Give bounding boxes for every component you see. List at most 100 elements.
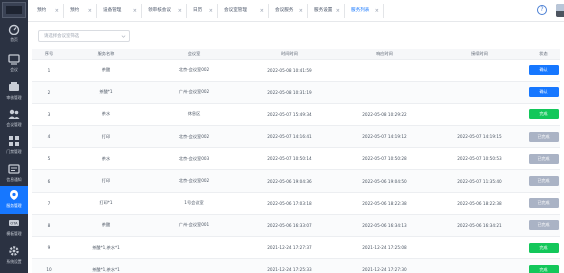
cell-response-time: 2021-12-24 17:25:08 [337, 236, 432, 260]
cell-index: 3 [32, 103, 66, 127]
tab-label: 预约 [70, 8, 80, 13]
column-header: 时间时间 [242, 49, 337, 60]
close-icon[interactable]: × [375, 4, 379, 18]
tab-item[interactable]: 领审核会议 × [143, 4, 187, 18]
filter-placeholder: 请选择会议室筛选 [44, 34, 80, 39]
cell-request-time: 2022-05-08 10:31:19 [242, 81, 337, 104]
close-icon[interactable]: × [88, 4, 92, 18]
column-header: 接续时间 [432, 49, 527, 60]
top-tab-bar: 预约 × 预约 × 设备管理 × 领审核会议 × 日历 × 会议室管理 × 会议服务 × 服务… [28, 0, 564, 22]
cell-room: 1号会议室 [146, 192, 242, 215]
cell-service-name: 茶酸 [66, 214, 146, 238]
sidebar-item-meeting-manage[interactable]: 会议管理 [0, 105, 28, 135]
main-content: 请选择会议室筛选 序号 服务名称 会议室 时间时间 响应时间 接续时间 状态 1… [28, 22, 564, 273]
close-icon[interactable]: × [336, 4, 340, 18]
cell-index: 8 [32, 214, 66, 238]
cell-request-time: 2022-05-07 15:49:34 [242, 103, 337, 127]
table-row: 7 打印*1 1号会议室 2022-05-06 17:03:18 2022-05… [32, 192, 560, 215]
complete-button[interactable]: 完成 [528, 242, 559, 253]
tab-label: 服务设置 [314, 8, 333, 13]
tab-label: 领审核会议 [148, 8, 171, 13]
table-header-row: 序号 服务名称 会议室 时间时间 响应时间 接续时间 状态 [32, 49, 560, 60]
close-icon[interactable]: × [133, 4, 137, 18]
close-icon[interactable]: × [55, 4, 59, 18]
tab-label: 预约 [37, 8, 47, 13]
sidebar-item-review[interactable]: 审核管理 [0, 78, 28, 108]
users-icon [8, 109, 20, 119]
avatar[interactable] [556, 4, 564, 17]
cell-complete-time [432, 258, 527, 273]
cell-complete-time [432, 59, 527, 82]
sidebar-item-label: 模板管理 [6, 231, 22, 236]
confirm-button[interactable]: 确认 [528, 65, 559, 76]
template-icon: OTA [9, 220, 19, 226]
column-header: 服务名称 [66, 49, 146, 60]
close-icon[interactable]: × [178, 4, 182, 18]
completed-badge: 已完成 [528, 220, 559, 231]
cell-complete-time: 2022-05-06 18:22:38 [432, 192, 527, 215]
sidebar-item-label: 会议 [10, 67, 18, 72]
cell-service-name: 茶酸*1 [66, 81, 146, 104]
cell-room: 广州-会议室001 [146, 214, 242, 238]
sidebar-item-template[interactable]: OTA 模板管理 [0, 214, 28, 244]
tab-item-active[interactable]: 服务列表 × [346, 4, 384, 18]
tab-label: 会议室管理 [224, 8, 247, 13]
sidebar-item-label: 会议管理 [6, 122, 22, 127]
cell-index: 10 [32, 258, 66, 273]
column-header: 会议室 [146, 49, 242, 60]
sidebar-item-label: 信息通知 [6, 177, 22, 182]
tab-item[interactable]: 预约 × [65, 4, 97, 18]
review-icon [9, 82, 19, 91]
cell-complete-time: 2022-05-07 14:19:15 [432, 125, 527, 149]
help-icon[interactable]: ? [537, 5, 547, 15]
cell-room [146, 236, 242, 260]
tab-item[interactable]: 预约 × [32, 4, 64, 18]
cell-request-time: 2022-05-08 10:41:59 [242, 59, 337, 82]
close-icon[interactable]: × [299, 4, 303, 18]
cell-complete-time: 2022-05-06 16:34:21 [432, 214, 527, 238]
table-row: 4 打印 北京-会议室002 2022-05-07 14:16:41 2022-… [32, 125, 560, 149]
app-root: 首页 会议 审核管理 会议管理 门禁管理 信息通知 服务管理 OTA 模板管理 [0, 0, 564, 273]
app-logo[interactable] [2, 2, 26, 18]
confirm-button[interactable]: 确认 [528, 87, 559, 98]
svg-text:OTA: OTA [10, 222, 18, 226]
tab-item[interactable]: 日历 × [188, 4, 218, 18]
cell-room [146, 258, 242, 273]
cell-room: 北京-会议室002 [146, 125, 242, 149]
tab-item[interactable]: 会议服务 × [270, 4, 308, 18]
sidebar-item-service[interactable]: 服务管理 [0, 186, 28, 214]
tab-item[interactable]: 会议室管理 × [219, 4, 269, 18]
settings-icon [9, 246, 19, 256]
sidebar-item-access[interactable]: 门禁管理 [0, 132, 28, 162]
tab-label: 设备管理 [103, 8, 122, 13]
tab-label: 服务列表 [351, 8, 370, 13]
cell-index: 7 [32, 192, 66, 215]
cell-complete-time [432, 81, 527, 104]
cell-service-name: 打印 [66, 169, 146, 193]
tab-item[interactable]: 设备管理 × [98, 4, 142, 18]
cell-service-name: 茶酸*1,茶水*1 [66, 236, 146, 260]
cell-response-time: 2021-12-24 17:27:30 [337, 258, 432, 273]
tab-item[interactable]: 服务设置 × [309, 4, 345, 18]
column-header: 响应时间 [337, 49, 432, 60]
sidebar: 首页 会议 审核管理 会议管理 门禁管理 信息通知 服务管理 OTA 模板管理 [0, 0, 28, 273]
sidebar-item-meeting[interactable]: 会议 [0, 50, 28, 80]
sidebar-item-home[interactable]: 首页 [0, 20, 28, 50]
cell-response-time: 2022-05-06 18:22:38 [337, 192, 432, 215]
room-filter-select[interactable]: 请选择会议室筛选 [38, 30, 130, 42]
cell-complete-time [432, 236, 527, 260]
completed-badge: 已完成 [528, 198, 559, 209]
service-table: 序号 服务名称 会议室 时间时间 响应时间 接续时间 状态 1 茶酸 北京-会议… [32, 49, 560, 273]
cell-index: 6 [32, 169, 66, 193]
close-icon[interactable]: × [209, 4, 213, 18]
complete-button[interactable]: 完成 [528, 264, 559, 273]
sidebar-item-settings[interactable]: 系统设置 [0, 242, 28, 272]
cell-service-name: 打印*1 [66, 192, 146, 215]
cell-request-time: 2022-05-06 16:33:07 [242, 214, 337, 238]
cell-complete-time [432, 103, 527, 127]
completed-badge: 已完成 [528, 131, 559, 142]
message-icon [8, 164, 20, 174]
cell-room: 广州-会议室002 [146, 81, 242, 104]
complete-button[interactable]: 完成 [528, 109, 559, 120]
close-icon[interactable]: × [260, 4, 264, 18]
